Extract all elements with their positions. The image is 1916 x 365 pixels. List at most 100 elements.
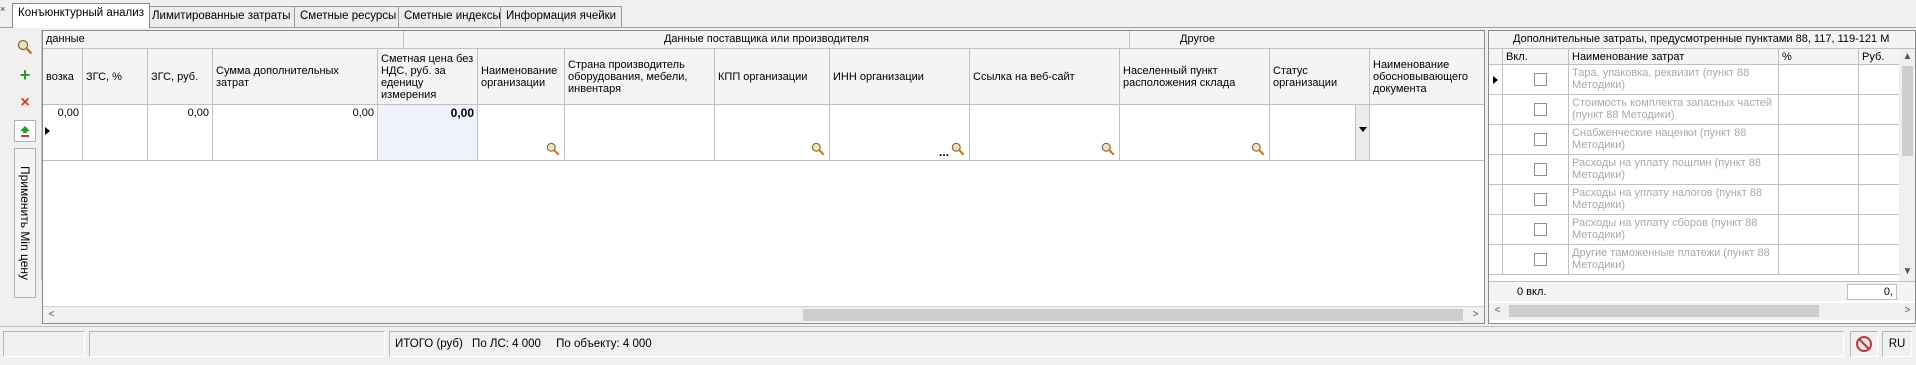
cost-name-cell: Расходы на уплату сборов (пункт 88 Метод… <box>1569 215 1779 245</box>
group-header-supplier: Данные поставщика или производителя <box>404 31 1130 49</box>
delete-button[interactable]: × <box>14 92 36 114</box>
group-header-data: данные <box>43 31 404 49</box>
cell-country[interactable] <box>565 105 715 161</box>
total-by-ls: По ЛС: 4 000 <box>472 338 541 350</box>
include-checkbox[interactable] <box>1534 163 1547 176</box>
include-checkbox[interactable] <box>1534 103 1547 116</box>
status-panel-1 <box>3 331 85 357</box>
col-header-zgs-rub[interactable]: ЗГС, руб. <box>148 49 213 105</box>
cost-name-cell: Снабженческие наценки (пункт 88 Методики… <box>1569 125 1779 155</box>
cell-zgs-rub[interactable]: 0,00 <box>148 105 213 161</box>
include-checkbox[interactable] <box>1534 223 1547 236</box>
tab-limited-costs[interactable]: Лимитированные затраты <box>146 6 297 27</box>
include-checkbox[interactable] <box>1534 193 1547 206</box>
scroll-right-icon[interactable]: > <box>1899 303 1915 319</box>
row-checkbox-cell[interactable] <box>1503 65 1569 95</box>
row-checkbox-cell[interactable] <box>1503 245 1569 275</box>
col-header-website[interactable]: Ссылка на веб-сайт <box>970 49 1120 105</box>
side-toolbar: + × Применить Min цену <box>10 30 42 298</box>
cell-warehouse[interactable] <box>1120 105 1270 161</box>
cell-kpp[interactable] <box>715 105 830 161</box>
percent-cell[interactable] <box>1779 185 1859 215</box>
row-checkbox-cell[interactable] <box>1503 155 1569 185</box>
percent-cell[interactable] <box>1779 65 1859 95</box>
tab-market-analysis[interactable]: Конъюнктурный анализ <box>12 3 150 28</box>
grid-horizontal-scrollbar[interactable]: < > <box>43 306 1484 323</box>
close-panel-icon[interactable]: × <box>0 4 9 16</box>
include-checkbox[interactable] <box>1534 73 1547 86</box>
total-label: ИТОГО (руб) <box>395 338 463 350</box>
col-header-transport[interactable]: возка <box>43 49 83 105</box>
row-indicator-cell <box>1489 215 1503 245</box>
scroll-left-icon[interactable]: < <box>1489 303 1506 319</box>
cell-org-name[interactable] <box>478 105 565 161</box>
row-checkbox-cell[interactable] <box>1503 185 1569 215</box>
ellipsis-button[interactable]: ... <box>939 146 949 158</box>
panel-vertical-scrollbar[interactable]: ▲ ▼ <box>1899 49 1915 281</box>
search-icon[interactable] <box>1251 142 1265 156</box>
scroll-up-icon[interactable]: ▲ <box>1899 49 1915 65</box>
cell-doc-name[interactable] <box>1370 105 1484 161</box>
col-header-price[interactable]: Сметная цена без НДС, руб. за еденицу из… <box>378 49 478 105</box>
cell-inn[interactable]: ... <box>830 105 970 161</box>
col-header-cost-name[interactable]: Наименование затрат <box>1569 49 1779 65</box>
percent-cell[interactable] <box>1779 125 1859 155</box>
row-checkbox-cell[interactable] <box>1503 215 1569 245</box>
market-analysis-grid: данные Данные поставщика или производите… <box>42 30 1485 324</box>
scroll-thumb[interactable] <box>1509 305 1819 317</box>
percent-cell[interactable] <box>1779 215 1859 245</box>
col-header-included[interactable]: Вкл. <box>1503 49 1569 65</box>
add-button[interactable]: + <box>14 64 36 86</box>
include-checkbox[interactable] <box>1534 253 1547 266</box>
col-header-inn[interactable]: ИНН организации <box>830 49 970 105</box>
col-header-kpp[interactable]: КПП организации <box>715 49 830 105</box>
search-icon[interactable] <box>811 142 825 156</box>
percent-cell[interactable] <box>1779 245 1859 275</box>
search-icon[interactable] <box>546 142 560 156</box>
scroll-left-icon[interactable]: < <box>43 307 60 323</box>
group-header-other: Другое <box>1130 31 1484 49</box>
cell-org-status[interactable] <box>1270 105 1370 161</box>
row-indicator-cell <box>1489 155 1503 185</box>
status-disabled-button[interactable] <box>1850 331 1878 357</box>
rub-total: 0, <box>1847 284 1897 300</box>
status-bar: ИТОГО (руб) По ЛС: 4 000 По объекту: 4 0… <box>0 326 1916 360</box>
cell-website[interactable] <box>970 105 1120 161</box>
scroll-thumb[interactable] <box>803 309 1463 321</box>
panel-horizontal-scrollbar[interactable]: < > <box>1489 303 1915 320</box>
col-header-warehouse[interactable]: Населенный пункт расположения склада <box>1120 49 1270 105</box>
col-header-add-costs[interactable]: Сумма дополнительных затрат <box>213 49 378 105</box>
col-header-org-status[interactable]: Статус организации <box>1270 49 1370 105</box>
total-by-object: По объекту: 4 000 <box>556 338 652 350</box>
percent-cell[interactable] <box>1779 155 1859 185</box>
search-icon[interactable] <box>1101 142 1115 156</box>
search-icon[interactable] <box>951 142 965 156</box>
search-icon <box>17 39 33 55</box>
col-header-country[interactable]: Страна производитель оборудования, мебел… <box>565 49 715 105</box>
dropdown-icon[interactable] <box>1355 105 1369 160</box>
cell-add-costs[interactable]: 0,00 <box>213 105 378 161</box>
scroll-thumb[interactable] <box>1902 66 1913 156</box>
include-checkbox[interactable] <box>1534 133 1547 146</box>
cell-zgs-pct[interactable] <box>83 105 148 161</box>
search-button[interactable] <box>14 36 36 58</box>
col-header-zgs-pct[interactable]: ЗГС, % <box>83 49 148 105</box>
percent-cell[interactable] <box>1779 95 1859 125</box>
language-indicator[interactable]: RU <box>1882 331 1912 357</box>
row-checkbox-cell[interactable] <box>1503 95 1569 125</box>
scroll-right-icon[interactable]: > <box>1467 307 1484 323</box>
row-indicator-cell <box>1489 65 1503 95</box>
tab-estimate-indices[interactable]: Сметные индексы <box>398 6 507 27</box>
row-checkbox-cell[interactable] <box>1503 125 1569 155</box>
col-header-percent[interactable]: % <box>1779 49 1859 65</box>
tab-strip: × Конъюнктурный анализ Лимитированные за… <box>0 0 1916 28</box>
move-up-button[interactable] <box>14 120 36 142</box>
cell-price[interactable]: 0,00 <box>378 105 478 161</box>
tab-cell-info[interactable]: Информация ячейки <box>500 6 623 27</box>
col-header-org-name[interactable]: Наименование организации <box>478 49 565 105</box>
tab-estimate-resources[interactable]: Сметные ресурсы <box>294 6 403 27</box>
apply-min-price-button[interactable]: Применить Min цену <box>14 148 36 298</box>
col-header-doc-name[interactable]: Наименование обосновывающего документа <box>1370 49 1484 105</box>
cost-name-cell: Расходы на уплату пошлин (пункт 88 Метод… <box>1569 155 1779 185</box>
scroll-down-icon[interactable]: ▼ <box>1899 264 1915 280</box>
